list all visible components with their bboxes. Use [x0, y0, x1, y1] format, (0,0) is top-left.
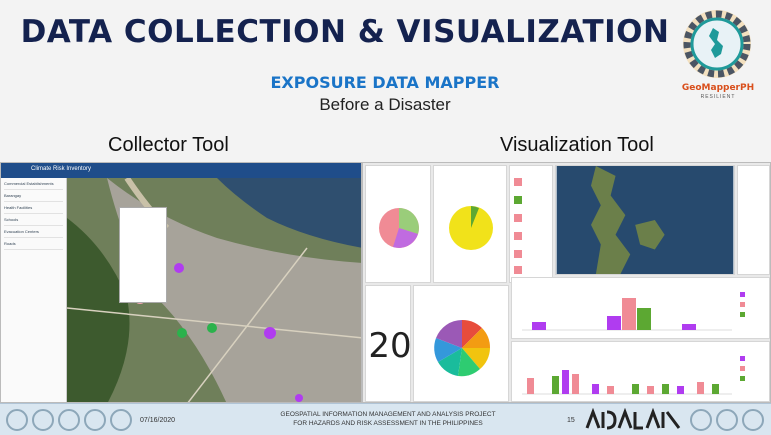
layer-item[interactable]: Health Facilities	[4, 205, 63, 214]
collector-satellite-map[interactable]	[67, 178, 362, 403]
map-marker	[295, 394, 303, 402]
slide-subtitle: EXPOSURE DATA MAPPER	[270, 73, 500, 92]
pie-chart-card	[365, 165, 431, 283]
visualization-label: Visualization Tool	[500, 134, 654, 156]
agency-seal-icon	[110, 409, 132, 431]
logo-tagline: RESILIENT	[700, 94, 736, 100]
page-number: 15	[567, 417, 575, 424]
map-marker	[207, 323, 217, 333]
visualization-tool-screenshot: 20	[362, 162, 771, 403]
logo-name: GeoMapperPH	[681, 83, 755, 93]
agency-seal-icon	[716, 409, 738, 431]
layer-item[interactable]: Roads	[4, 241, 63, 250]
collector-app-title: Climate Risk Inventory	[31, 166, 92, 172]
agency-seal-icon	[690, 409, 712, 431]
slide-title: DATA COLLECTION & VISUALIZATION	[20, 14, 670, 50]
slide: DATA COLLECTION & VISUALIZATION GeoMappe…	[0, 0, 771, 435]
legend-list-card	[509, 165, 553, 283]
collector-tool-screenshot: Climate Risk Inventory Commercial Establ…	[0, 162, 362, 403]
bar-chart-card	[511, 341, 770, 402]
map-marker	[177, 328, 187, 338]
pie-chart-card	[433, 165, 507, 283]
agency-seal-icon	[32, 409, 54, 431]
map-marker	[174, 263, 184, 273]
collector-layer-list: Commercial Establishments Barangay Healt…	[1, 178, 67, 402]
agency-seal-icon	[58, 409, 80, 431]
count-card: 20	[365, 285, 412, 402]
layer-item[interactable]: Barangay	[4, 193, 63, 202]
project-wordmark-logo	[585, 408, 681, 430]
feature-popup[interactable]	[119, 207, 167, 303]
map-marker	[264, 327, 276, 339]
slide-caption: Before a Disaster	[319, 95, 451, 114]
agency-seal-icon	[6, 409, 28, 431]
layer-item[interactable]: Evacuation Centers	[4, 229, 63, 238]
collector-label: Collector Tool	[108, 134, 229, 156]
footer-project: GEOSPATIAL INFORMATION MANAGEMENT AND AN…	[280, 411, 496, 427]
total-count: 20	[368, 326, 412, 366]
footer-date: 07/16/2020	[140, 417, 176, 424]
agency-seal-icon	[84, 409, 106, 431]
bar-chart-card	[511, 277, 770, 339]
multi-pie-card	[413, 285, 509, 402]
layer-item[interactable]: Commercial Establishments	[4, 181, 63, 190]
collector-app-header: Climate Risk Inventory	[1, 163, 361, 178]
slide-footer: 07/16/2020 GEOSPATIAL INFORMATION MANAGE…	[0, 403, 771, 435]
layer-item[interactable]: Schools	[4, 217, 63, 226]
visualization-map[interactable]	[555, 165, 735, 275]
map-legend-card	[737, 165, 770, 275]
agency-seal-icon	[742, 409, 764, 431]
